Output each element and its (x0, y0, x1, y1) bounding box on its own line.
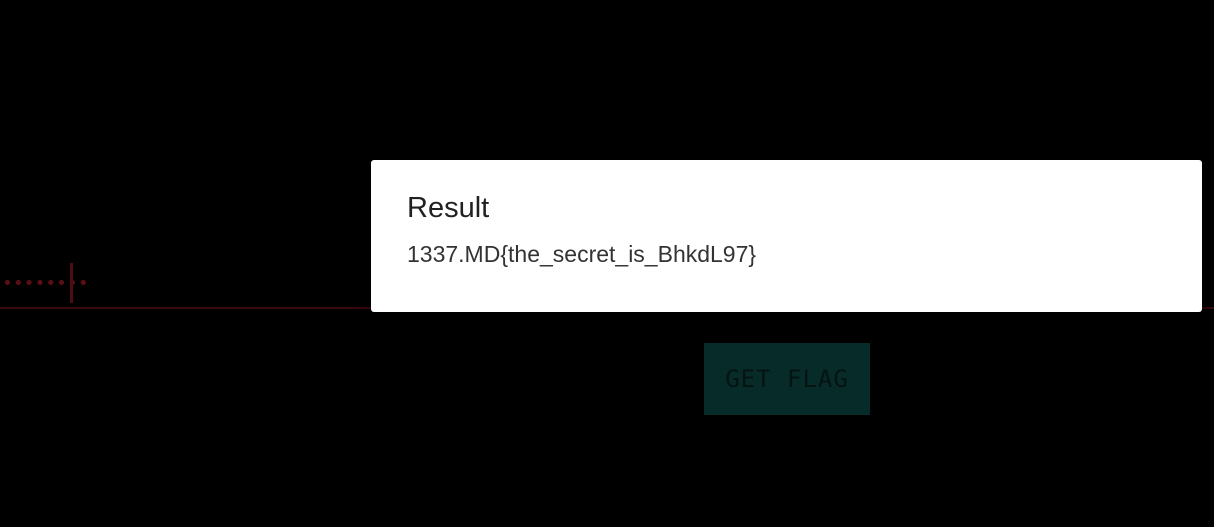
get-flag-button[interactable]: GET FLAG (704, 343, 870, 415)
result-dialog: Result 1337.MD{the_secret_is_BhkdL97} (371, 160, 1202, 312)
dialog-title: Result (407, 192, 490, 224)
text-cursor (70, 263, 73, 303)
dialog-message: 1337.MD{the_secret_is_BhkdL97} (407, 241, 757, 267)
password-mask-text: •••••••• (2, 273, 89, 294)
app-screen: •••••••• GET FLAG Result 1337.MD{the_sec… (0, 0, 1214, 527)
